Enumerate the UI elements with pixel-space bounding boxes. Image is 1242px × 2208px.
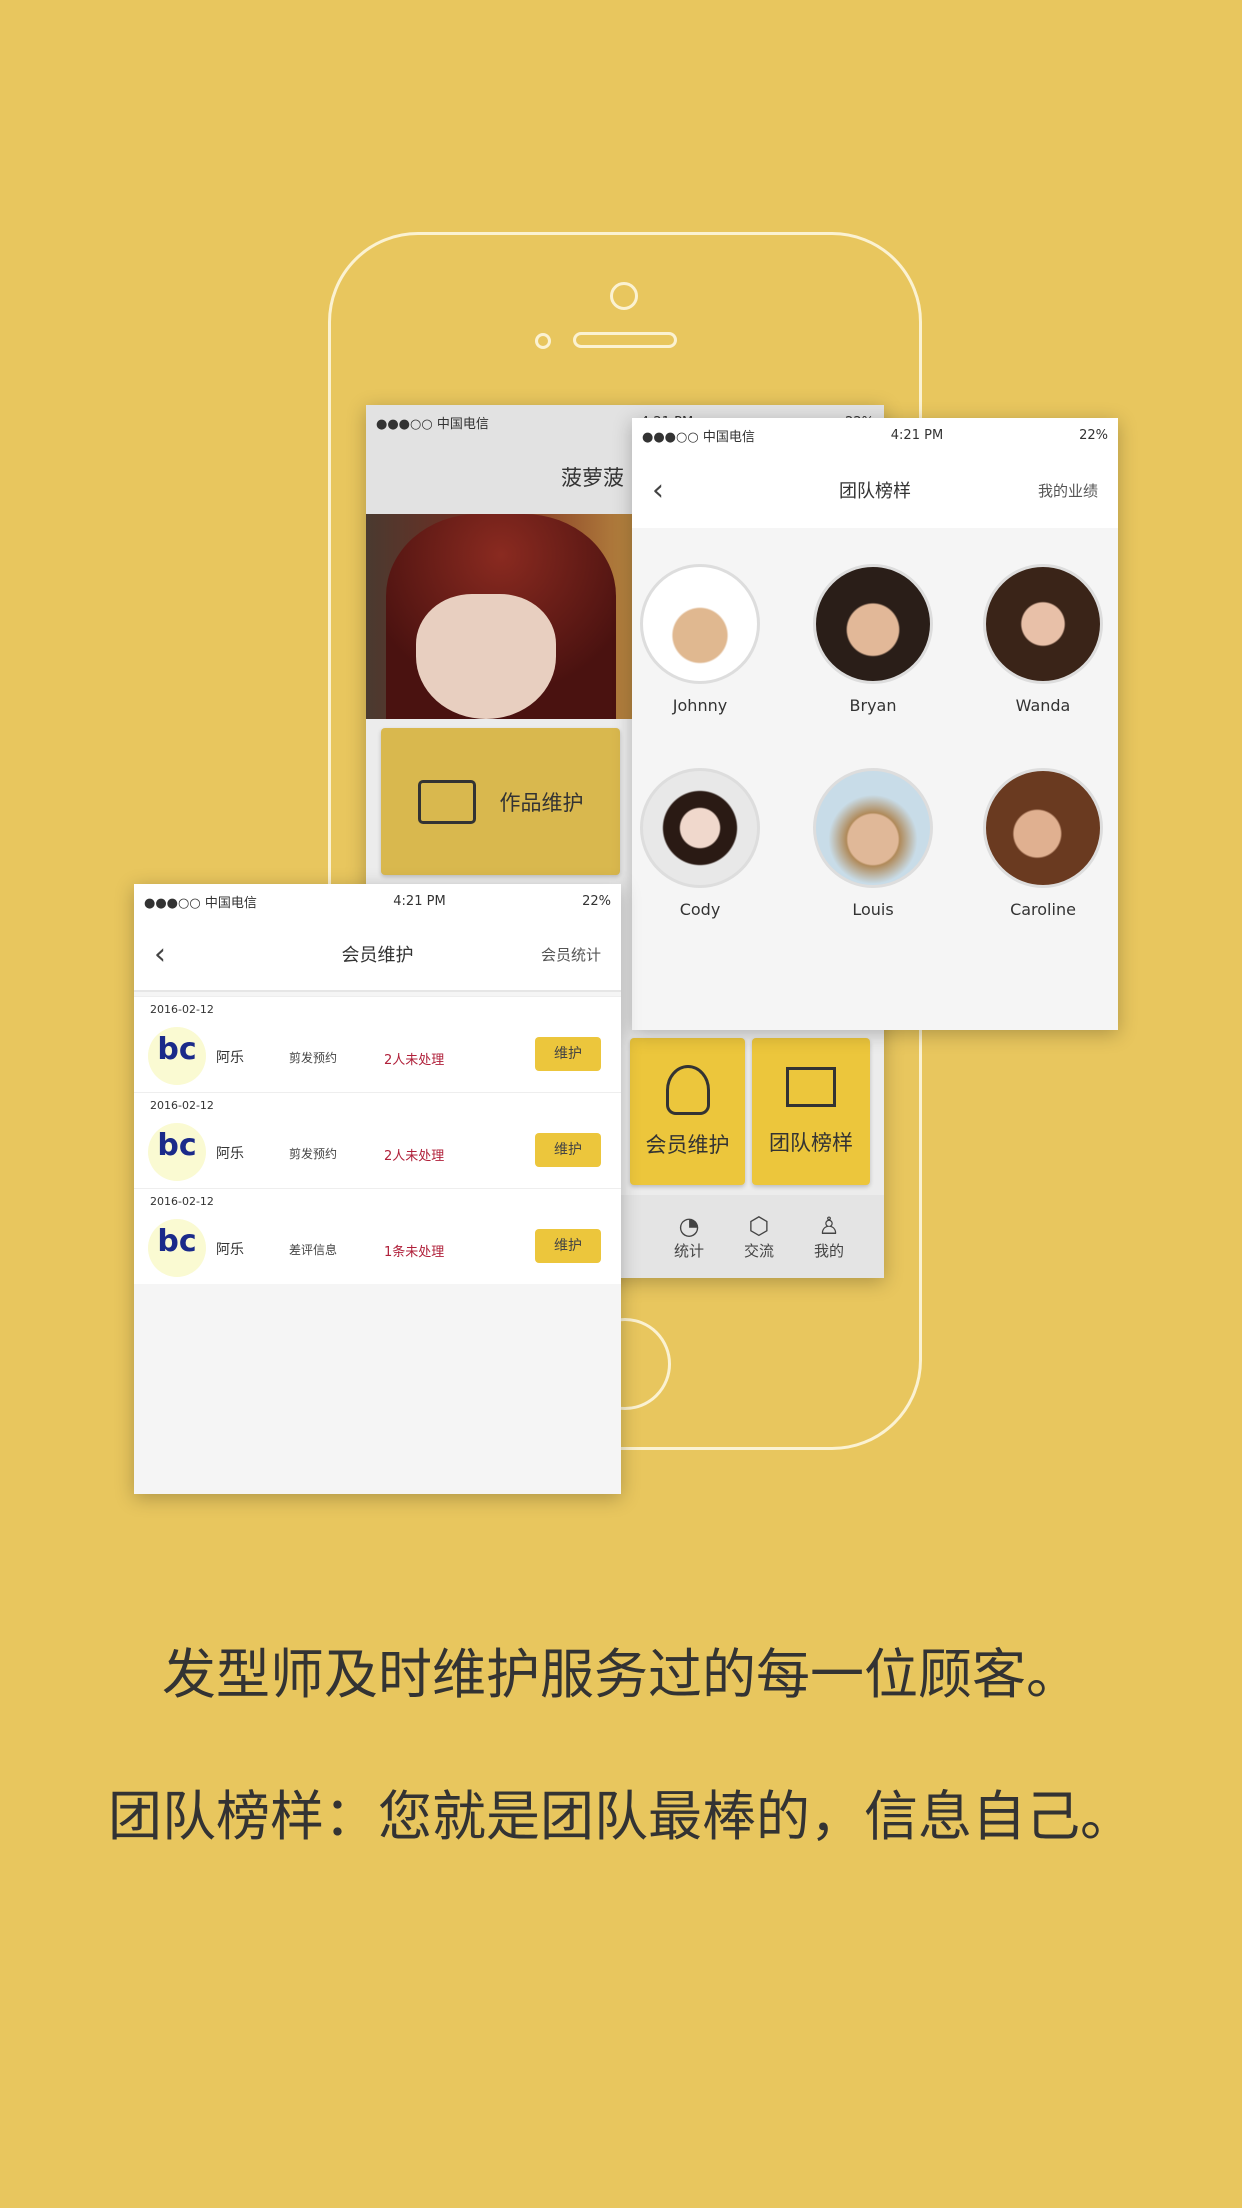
person-louis[interactable]: Louis — [808, 768, 938, 919]
my-performance-link[interactable]: 我的业绩 — [1038, 480, 1098, 501]
tab-label: 我的 — [813, 1242, 844, 1260]
maintain-button[interactable]: 维护 — [535, 1229, 601, 1263]
avatar — [640, 564, 760, 684]
cube-icon: ⬡ — [748, 1212, 770, 1240]
time: 4:21 PM — [890, 427, 944, 443]
date: 2016-02-12 — [150, 1195, 214, 1208]
member-name: 阿乐 — [216, 1146, 244, 1162]
screen-title: 团队榜样 — [839, 481, 911, 502]
avatar — [813, 564, 933, 684]
avatar — [640, 768, 760, 888]
avatar: bc — [148, 1027, 206, 1085]
carrier: ●●●○○ 中国电信 — [642, 429, 755, 445]
tile-label: 作品维护 — [499, 790, 584, 815]
list-item: 2016-02-12 bc 阿乐 剪发预约 2人未处理 维护 — [134, 996, 621, 1092]
avatar — [813, 768, 933, 888]
caption-2: 团队榜样：您就是团队最棒的，信息自己。 — [108, 1785, 1134, 1848]
screen-title: 会员维护 — [341, 945, 414, 966]
battery: 22% — [582, 893, 611, 909]
member-screen: ●●●○○ 中国电信 4:21 PM 22% ‹ 会员维护 会员统计 2016-02-1… — [134, 884, 621, 1494]
person-name: Bryan — [849, 696, 897, 715]
tab-label: 统计 — [673, 1242, 704, 1260]
back-button[interactable]: ‹ — [652, 473, 664, 508]
person-name: Johnny — [672, 696, 728, 715]
presentation-icon — [786, 1066, 836, 1107]
date: 2016-02-12 — [150, 1099, 214, 1112]
tab-mine[interactable]: ♙ 我的 — [814, 1212, 844, 1261]
tile-works[interactable]: 作品维护 — [381, 728, 620, 875]
avatar: bc — [148, 1219, 206, 1277]
member-name: 阿乐 — [216, 1050, 244, 1066]
person-bryan[interactable]: Bryan — [808, 564, 938, 715]
tile-label: 会员维护 — [645, 1132, 730, 1157]
team-screen: ●●●○○ 中国电信 4:21 PM 22% ‹ 团队榜样 我的业绩 Johnny Br… — [632, 418, 1118, 1030]
camera-icon — [610, 282, 638, 310]
type: 差评信息 — [289, 1243, 338, 1257]
maintain-button[interactable]: 维护 — [535, 1133, 601, 1167]
app-title: 菠萝菠 — [561, 465, 624, 490]
stats-icon: ◔ — [678, 1212, 700, 1240]
list-item: 2016-02-12 bc 阿乐 剪发预约 2人未处理 维护 — [134, 1092, 621, 1188]
caption-1: 发型师及时维护服务过的每一位顾客。 — [162, 1643, 1080, 1706]
tab-chat[interactable]: ⬡ 交流 — [744, 1212, 774, 1261]
type: 剪发预约 — [289, 1051, 338, 1065]
sensor-icon — [535, 333, 551, 349]
person-wanda[interactable]: Wanda — [978, 564, 1108, 715]
member-name: 阿乐 — [216, 1242, 244, 1258]
member-stats-link[interactable]: 会员统计 — [541, 944, 601, 965]
tab-label: 交流 — [743, 1242, 774, 1260]
date: 2016-02-12 — [150, 1003, 214, 1016]
status: 2人未处理 — [384, 1149, 445, 1164]
person-name: Louis — [852, 900, 894, 919]
carrier: ●●●○○ 中国电信 — [144, 895, 257, 911]
type: 剪发预约 — [289, 1147, 338, 1161]
tile-members[interactable]: 会员维护 — [630, 1038, 745, 1185]
avatar: bc — [148, 1123, 206, 1181]
person-name: Wanda — [1015, 696, 1071, 715]
person-caroline[interactable]: Caroline — [978, 768, 1108, 919]
battery: 22% — [1079, 427, 1108, 443]
person-cody[interactable]: Cody — [635, 768, 765, 919]
tab-stats[interactable]: ◔ 统计 — [674, 1212, 704, 1261]
carrier: ●●●○○ 中国电信 — [376, 416, 489, 432]
status: 1条未处理 — [384, 1245, 445, 1260]
person-johnny[interactable]: Johnny — [635, 564, 765, 715]
status-bar: ●●●○○ 中国电信 4:21 PM 22% — [632, 418, 1118, 452]
tile-label: 团队榜样 — [769, 1130, 853, 1155]
person-name: Cody — [679, 900, 721, 919]
list-item: 2016-02-12 bc 阿乐 差评信息 1条未处理 维护 — [134, 1188, 621, 1284]
maintain-button[interactable]: 维护 — [535, 1037, 601, 1071]
person-name: Caroline — [1010, 900, 1076, 919]
speaker-icon — [573, 332, 677, 348]
member-icon — [665, 1064, 710, 1115]
wallet-icon — [417, 779, 476, 824]
status-bar: ●●●○○ 中国电信 4:21 PM 22% — [134, 884, 621, 918]
avatar — [983, 768, 1103, 888]
back-button[interactable]: ‹ — [154, 937, 166, 972]
tile-team[interactable]: 团队榜样 — [752, 1038, 870, 1185]
avatar — [983, 564, 1103, 684]
time: 4:21 PM — [393, 893, 446, 909]
status: 2人未处理 — [384, 1053, 445, 1068]
person-icon: ♙ — [818, 1212, 840, 1240]
